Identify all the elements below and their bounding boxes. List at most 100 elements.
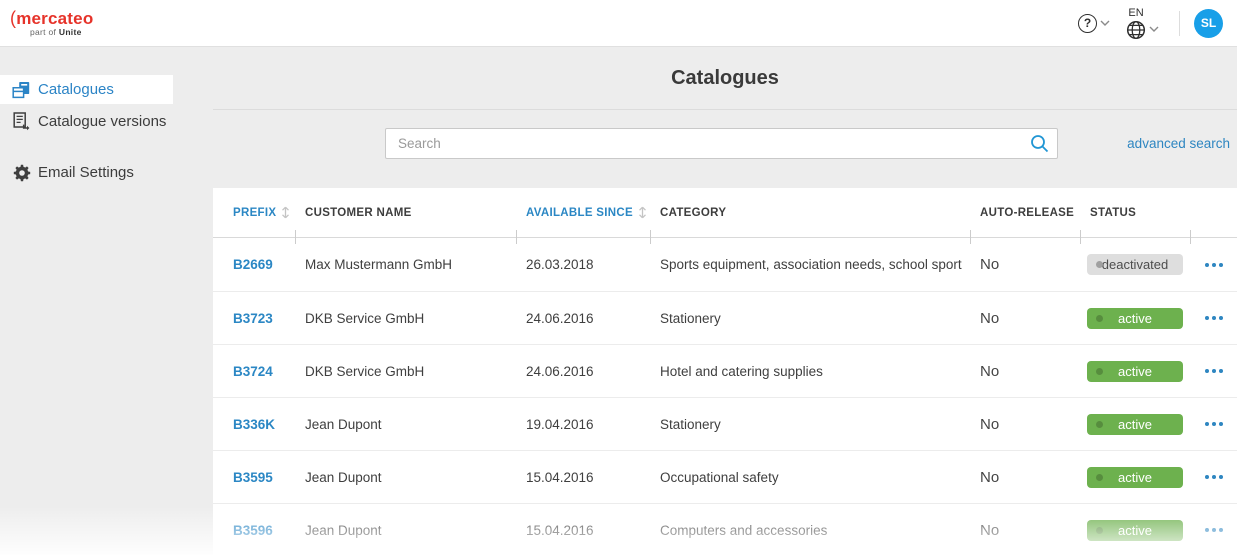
prefix-link[interactable]: B2669: [233, 257, 273, 272]
available-since-cell: 26.03.2018: [526, 257, 594, 272]
catalogues-table: PREFIX CUSTOMER NAME AVAILABLE SINCE CATE…: [213, 188, 1237, 555]
sidebar-item-label: Catalogue versions: [38, 113, 167, 130]
status-dot-icon: [1096, 473, 1103, 481]
customer-name-cell: Max Mustermann GmbH: [305, 257, 453, 272]
three-dots-icon[interactable]: [1200, 258, 1228, 272]
actions-cell: [1190, 311, 1237, 325]
prefix-cell: B3723: [213, 311, 295, 326]
actions-cell: [1190, 417, 1237, 431]
customer-name-cell: DKB Service GmbH: [305, 310, 425, 326]
status-badge: deactivated: [1087, 254, 1183, 275]
sidebar-item-catalogue-versions[interactable]: Catalogue versions: [0, 107, 173, 136]
topbar-actions: ? EN SL: [1062, 7, 1223, 40]
sort-arrows-icon: [281, 206, 290, 219]
three-dots-icon[interactable]: [1200, 417, 1228, 431]
column-header-prefix[interactable]: PREFIX: [213, 188, 295, 237]
logo-wordmark: (mercateo: [10, 8, 94, 29]
sidebar-item-email-settings[interactable]: Email Settings: [0, 158, 173, 187]
category-cell: Stationery: [660, 416, 721, 432]
customer-name-cell: Jean Dupont: [305, 522, 382, 538]
chevron-down-icon: [1100, 20, 1110, 26]
logo-tagline: part of Unite: [30, 27, 82, 38]
prefix-cell: B3596: [213, 523, 295, 538]
status-badge: active: [1087, 413, 1183, 435]
table-header-row: PREFIX CUSTOMER NAME AVAILABLE SINCE CATE…: [213, 188, 1237, 244]
status-cell: active: [1080, 519, 1190, 541]
column-header-status: STATUS: [1080, 188, 1190, 244]
column-label: CATEGORY: [660, 206, 727, 219]
search-input[interactable]: [385, 128, 1058, 159]
available-since-cell: 19.04.2016: [526, 416, 594, 432]
status-cell: deactivated: [1080, 254, 1190, 275]
advanced-search-link[interactable]: advanced search: [1127, 136, 1230, 151]
prefix-link[interactable]: B3724: [233, 364, 273, 379]
table-row: B3596 Jean Dupont 15.04.2016 Computers a…: [213, 503, 1237, 555]
column-label: AVAILABLE SINCE: [526, 206, 633, 219]
versions-icon: [12, 112, 31, 131]
actions-cell: [1190, 470, 1237, 484]
auto-release-cell: No: [980, 521, 1000, 539]
sidebar-item-label: Email Settings: [38, 164, 134, 181]
three-dots-icon[interactable]: [1200, 364, 1228, 378]
column-header-category: CATEGORY: [650, 188, 970, 244]
prefix-cell: B3595: [213, 470, 295, 485]
prefix-link[interactable]: B336K: [233, 417, 275, 432]
magnifier-icon[interactable]: [1030, 134, 1049, 153]
actions-cell: [1190, 364, 1237, 378]
user-avatar[interactable]: SL: [1194, 8, 1223, 38]
sort-arrows-icon: [638, 206, 647, 219]
status-cell: active: [1080, 413, 1190, 435]
chevron-down-icon: [1149, 26, 1159, 32]
status-dot-icon: [1096, 420, 1103, 428]
language-menu[interactable]: EN: [1126, 7, 1159, 40]
topbar-divider: [1179, 10, 1180, 36]
sidebar-item-label: Catalogues: [38, 81, 114, 98]
status-cell: active: [1080, 307, 1190, 329]
category-cell: Stationery: [660, 310, 721, 326]
column-header-available-since[interactable]: AVAILABLE SINCE: [516, 188, 650, 244]
status-dot-icon: [1096, 314, 1103, 322]
auto-release-cell: No: [980, 468, 1000, 486]
table-row: B3595 Jean Dupont 15.04.2016 Occupationa…: [213, 450, 1237, 503]
status-badge: active: [1087, 307, 1183, 329]
page-title: Catalogues: [213, 47, 1237, 110]
mercateo-logo[interactable]: (mercateo part of Unite: [10, 9, 93, 37]
prefix-link[interactable]: B3723: [233, 311, 273, 326]
sidebar: Catalogues Catalogue versions Email Sett…: [0, 47, 213, 555]
status-cell: active: [1080, 466, 1190, 488]
table-row: B2669 Max Mustermann GmbH 26.03.2018 Spo…: [213, 238, 1237, 291]
category-cell: Sports equipment, association needs, sch…: [660, 257, 962, 272]
category-cell: Occupational safety: [660, 469, 779, 485]
available-since-cell: 24.06.2016: [526, 310, 594, 326]
column-header-auto-release: AUTO-RELEASE: [970, 188, 1080, 244]
help-menu[interactable]: ?: [1078, 13, 1110, 33]
sidebar-item-catalogues[interactable]: Catalogues: [0, 75, 173, 104]
table-row: B3724 DKB Service GmbH 24.06.2016 Hotel …: [213, 344, 1237, 397]
available-since-cell: 15.04.2016: [526, 522, 594, 538]
customer-name-cell: Jean Dupont: [305, 416, 382, 432]
column-label: AUTO-RELEASE: [980, 206, 1075, 219]
table-row: B3723 DKB Service GmbH 24.06.2016 Statio…: [213, 291, 1237, 344]
three-dots-icon[interactable]: [1200, 523, 1228, 537]
status-badge: active: [1087, 360, 1183, 382]
status-dot-icon: [1096, 367, 1103, 375]
column-header-customer-name: CUSTOMER NAME: [295, 188, 516, 244]
actions-cell: [1190, 523, 1237, 537]
column-label: CUSTOMER NAME: [305, 206, 412, 219]
auto-release-cell: No: [980, 362, 1000, 380]
status-badge: active: [1087, 519, 1183, 541]
column-label: PREFIX: [233, 206, 277, 219]
prefix-link[interactable]: B3596: [233, 523, 273, 538]
status-dot-icon: [1096, 526, 1103, 534]
prefix-cell: B3724: [213, 364, 295, 379]
language-code: EN: [1128, 6, 1144, 19]
main-content: Catalogues advanced search PREFIX CUSTOM…: [213, 47, 1237, 555]
status-badge: active: [1087, 466, 1183, 488]
prefix-link[interactable]: B3595: [233, 470, 273, 485]
auto-release-cell: No: [980, 256, 1000, 273]
customer-name-cell: DKB Service GmbH: [305, 363, 425, 379]
three-dots-icon[interactable]: [1200, 470, 1228, 484]
auto-release-cell: No: [980, 415, 1000, 433]
category-cell: Hotel and catering supplies: [660, 363, 823, 379]
three-dots-icon[interactable]: [1200, 311, 1228, 325]
